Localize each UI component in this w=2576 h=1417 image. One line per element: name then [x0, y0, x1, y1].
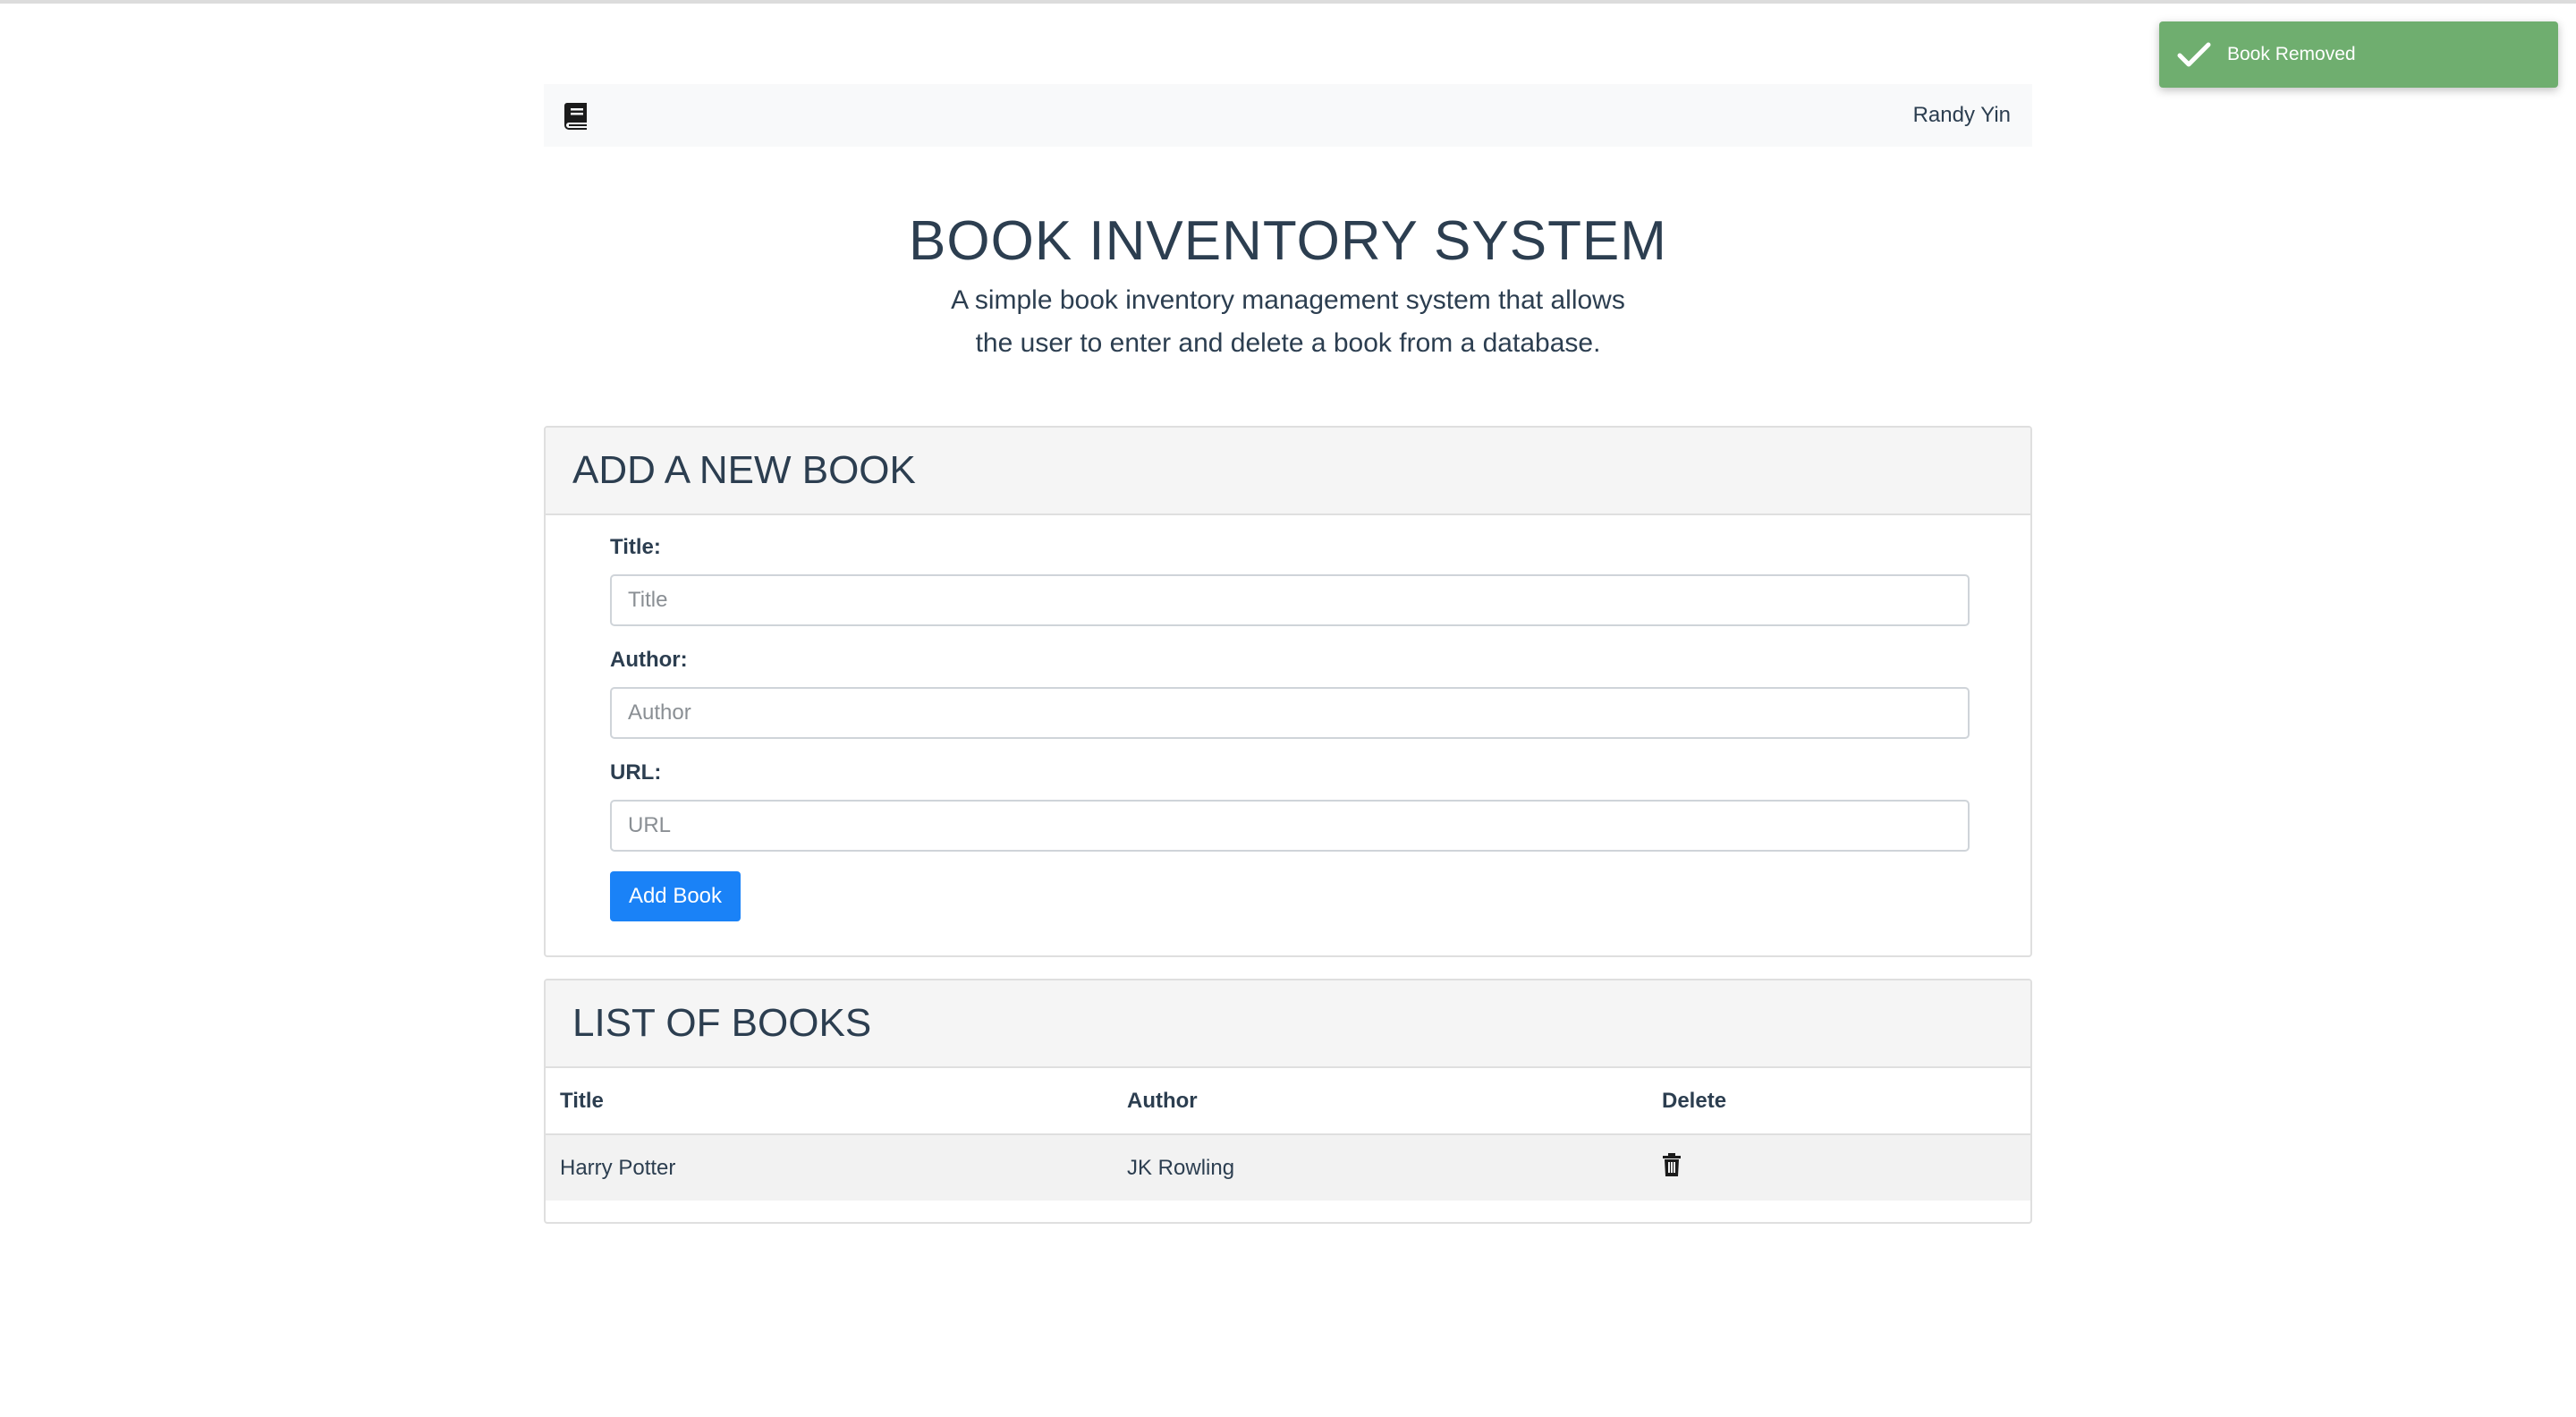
add-book-button[interactable]: Add Book	[610, 871, 741, 921]
column-header-title: Title	[546, 1068, 1113, 1135]
title-label: Title:	[610, 535, 661, 559]
title-input[interactable]	[610, 574, 1970, 626]
page-title: BOOK INVENTORY SYSTEM	[909, 210, 1667, 272]
table-header-row: Title Author Delete	[546, 1068, 2030, 1135]
book-icon	[564, 103, 587, 130]
navbar-brand[interactable]	[564, 101, 589, 130]
trash-icon[interactable]	[1662, 1153, 1682, 1176]
page-subtitle: A simple book inventory management syste…	[951, 285, 1625, 358]
column-header-delete: Delete	[1648, 1068, 2030, 1135]
book-list-heading: LIST OF BOOKS	[546, 980, 2030, 1068]
books-table: Title Author Delete Harry Potter JK Rowl…	[546, 1068, 2030, 1201]
book-title-cell: Harry Potter	[546, 1134, 1113, 1201]
url-input[interactable]	[610, 800, 1970, 852]
book-list-card: LIST OF BOOKS Title Author Delete Harry …	[544, 979, 2032, 1224]
hero: BOOK INVENTORY SYSTEM A simple book inve…	[544, 204, 2032, 365]
add-book-form: Title: Author: URL: Add Book	[546, 515, 2030, 921]
book-author-cell: JK Rowling	[1113, 1134, 1648, 1201]
add-book-card: ADD A NEW BOOK Title: Author: URL: Add B…	[544, 426, 2032, 957]
toast-notification[interactable]: Book Removed	[2159, 21, 2558, 88]
author-label: Author:	[610, 648, 688, 672]
checkmark-icon	[2177, 42, 2211, 67]
url-label: URL:	[610, 760, 662, 785]
table-row: Harry Potter JK Rowling	[546, 1134, 2030, 1201]
column-header-author: Author	[1113, 1068, 1648, 1135]
navbar: Randy Yin	[544, 84, 2032, 147]
author-input[interactable]	[610, 687, 1970, 739]
top-border	[0, 0, 2576, 4]
username[interactable]: Randy Yin	[1913, 103, 2011, 128]
add-book-heading: ADD A NEW BOOK	[546, 428, 2030, 515]
toast-message: Book Removed	[2227, 44, 2356, 64]
delete-cell	[1648, 1134, 2030, 1201]
